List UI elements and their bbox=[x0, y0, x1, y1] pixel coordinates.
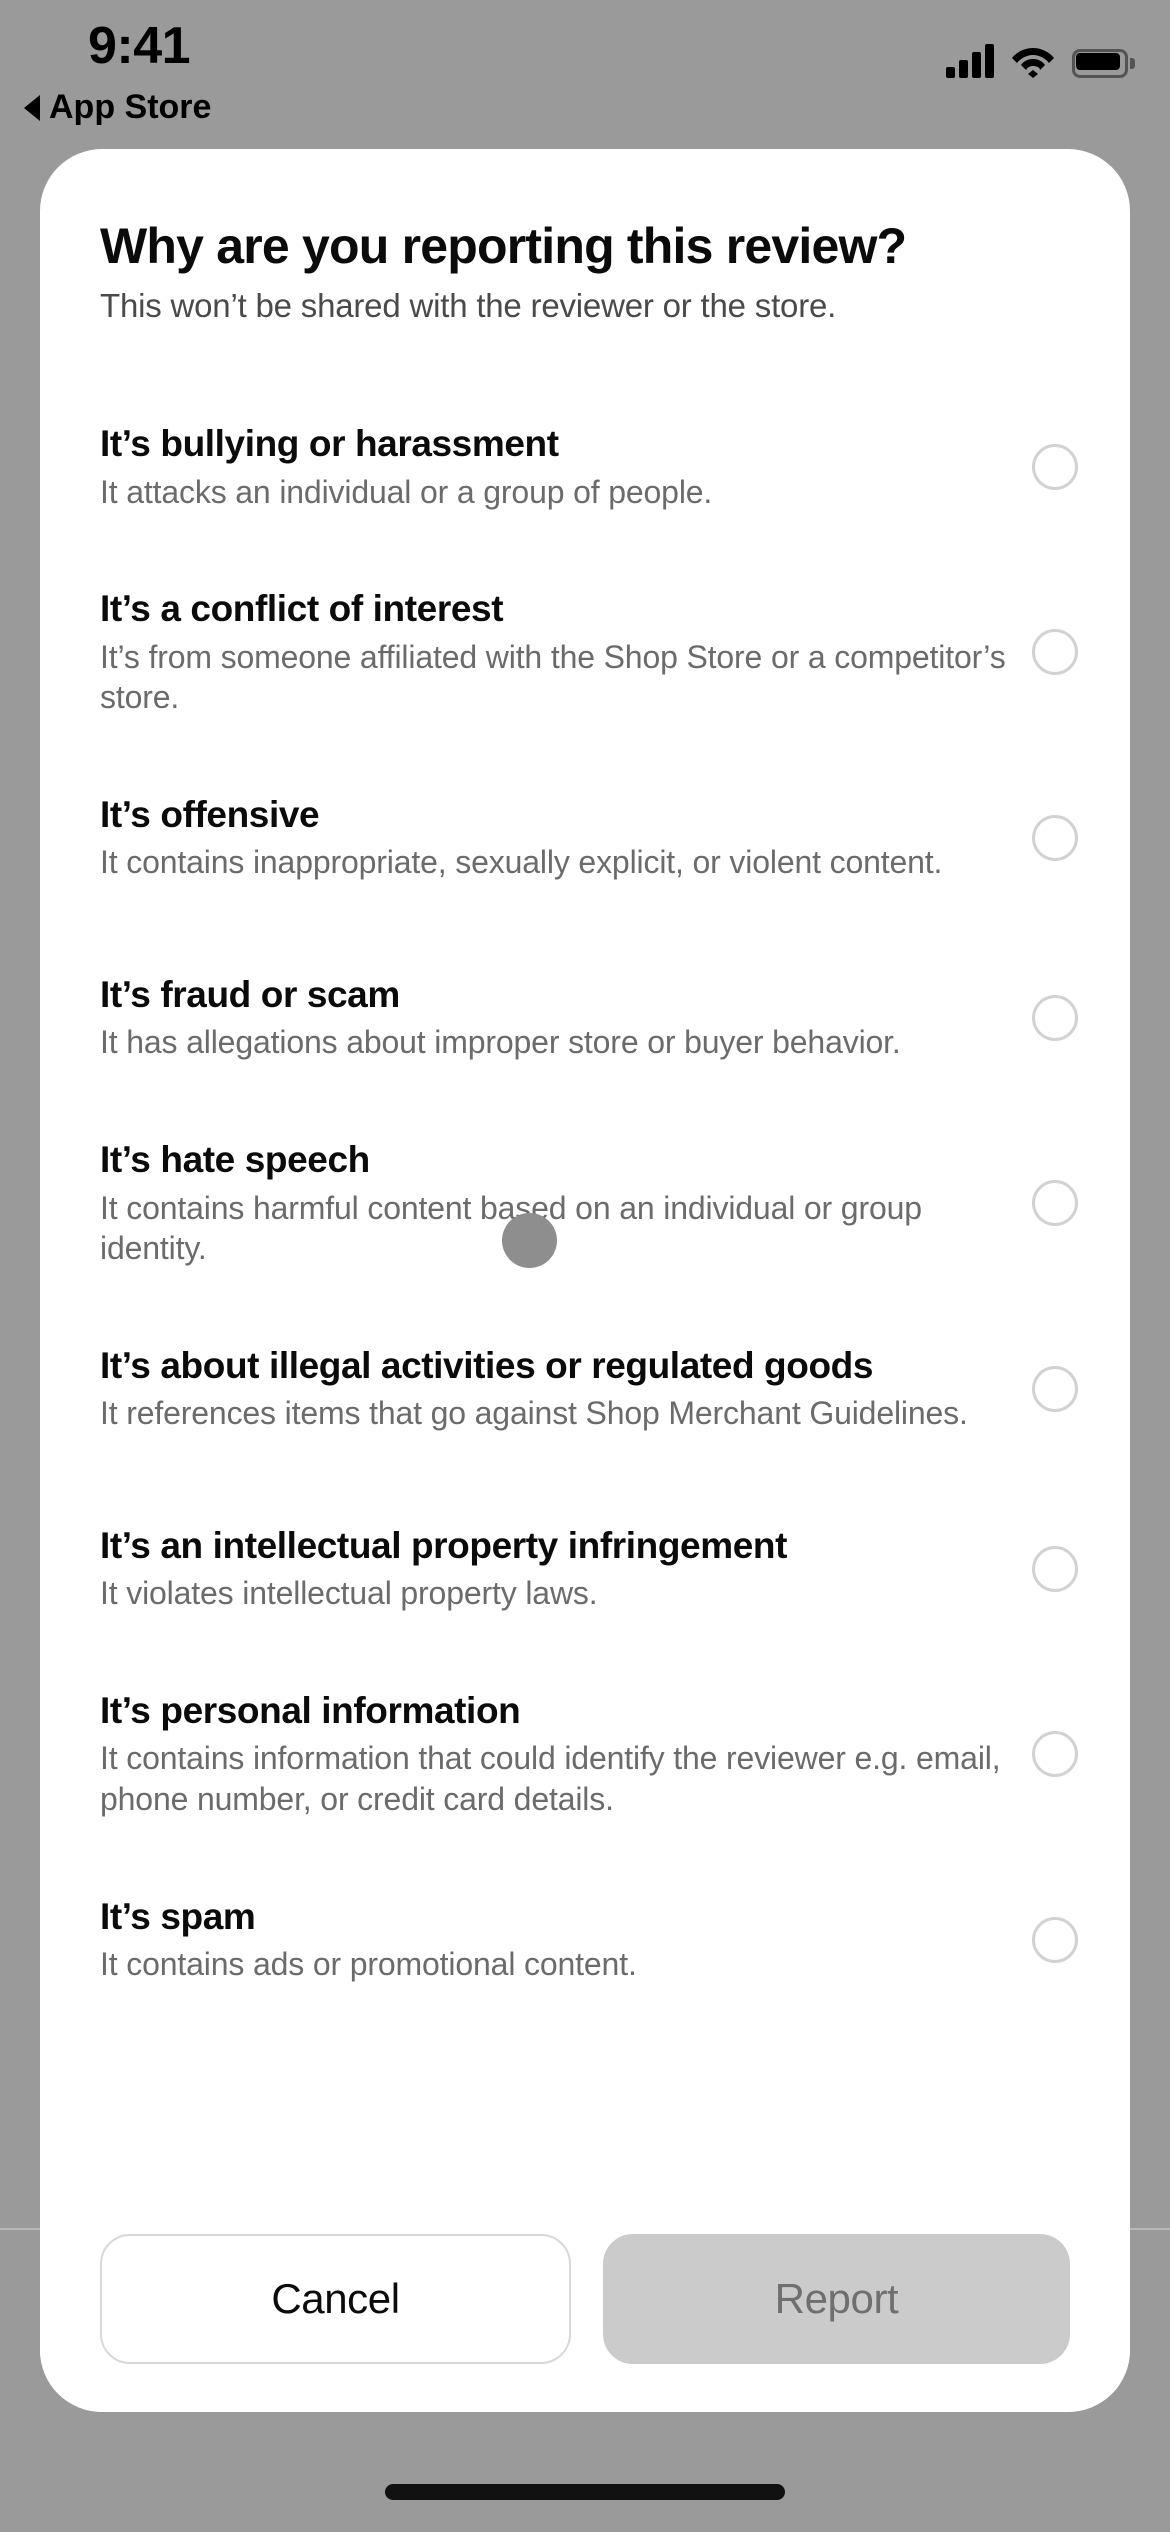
home-indicator[interactable] bbox=[385, 2484, 785, 2500]
report-button[interactable]: Report bbox=[603, 2234, 1070, 2364]
status-bar-time: 9:41 bbox=[88, 17, 191, 75]
option-radio-button[interactable] bbox=[1032, 1545, 1078, 1592]
cancel-button-label: Cancel bbox=[271, 2275, 400, 2322]
option-text-block: It’s spam It contains ads or promotional … bbox=[100, 1895, 1032, 1985]
option-text-block: It’s fraud or scam It has allegations abo… bbox=[100, 973, 1032, 1063]
report-reason-option[interactable]: It’s bullying or harassment It attacks an… bbox=[40, 407, 1130, 527]
report-reason-option[interactable]: It’s fraud or scam It has allegations abo… bbox=[40, 958, 1130, 1078]
option-description: It contains inappropriate, sexually expl… bbox=[100, 844, 943, 881]
option-text-block: It’s offensive It contains inappropriate,… bbox=[100, 793, 1032, 883]
option-text-block: It’s hate speech It contains harmful cont… bbox=[100, 1138, 1032, 1269]
cancel-button[interactable]: Cancel bbox=[100, 2234, 571, 2364]
report-button-label: Report bbox=[774, 2275, 899, 2322]
report-reason-option[interactable]: It’s about illegal activities or regulat… bbox=[40, 1329, 1130, 1449]
option-title: It’s about illegal activities or regulat… bbox=[100, 1344, 874, 1386]
option-description: It attacks an individual or a group of p… bbox=[100, 473, 713, 510]
option-text-block: It’s bullying or harassment It attacks an… bbox=[100, 422, 1032, 512]
option-radio-button[interactable] bbox=[1032, 994, 1078, 1041]
report-reason-option[interactable]: It’s offensive It contains inappropriate,… bbox=[40, 778, 1130, 898]
option-description: It contains ads or promotional content. bbox=[100, 1946, 637, 1983]
option-title: It’s fraud or scam bbox=[100, 973, 400, 1015]
status-bar: 9:41 App Store bbox=[0, 0, 1170, 150]
report-reason-option[interactable]: It’s an intellectual property infringeme… bbox=[40, 1509, 1130, 1629]
option-text-block: It’s an intellectual property infringeme… bbox=[100, 1524, 1032, 1614]
option-description: It’s from someone affiliated with the Sh… bbox=[100, 638, 1006, 716]
option-radio-button[interactable] bbox=[1032, 814, 1078, 861]
option-title: It’s a conflict of interest bbox=[100, 588, 504, 629]
option-text-block: It’s personal information It contains inf… bbox=[100, 1689, 1032, 1820]
phone-screen: 9:41 App Store Why are you reporting thi… bbox=[0, 0, 1170, 2532]
option-spacer bbox=[40, 1629, 1130, 1689]
report-reason-option[interactable]: It’s a conflict of interest It’s from som… bbox=[40, 587, 1130, 718]
option-radio-button[interactable] bbox=[1032, 1365, 1078, 1412]
back-arrow-icon bbox=[24, 94, 40, 121]
back-to-app-store-link[interactable]: App Store bbox=[24, 88, 211, 127]
report-reason-option[interactable]: It’s personal information It contains inf… bbox=[40, 1689, 1130, 1820]
option-title: It’s offensive bbox=[100, 793, 320, 835]
page-subtitle: This won’t be shared with the reviewer o… bbox=[100, 287, 837, 324]
option-spacer bbox=[40, 1269, 1130, 1329]
option-radio-button[interactable] bbox=[1032, 1731, 1078, 1778]
option-radio-button[interactable] bbox=[1032, 1916, 1078, 1963]
option-title: It’s hate speech bbox=[100, 1138, 370, 1180]
option-radio-button[interactable] bbox=[1032, 1180, 1078, 1227]
sheet-footer: Cancel Report bbox=[40, 2216, 1130, 2412]
option-text-block: It’s about illegal activities or regulat… bbox=[100, 1344, 1032, 1434]
cellular-signal-icon bbox=[946, 44, 994, 78]
wifi-icon bbox=[1011, 44, 1055, 78]
option-description: It has allegations about improper store … bbox=[100, 1024, 901, 1061]
option-spacer bbox=[40, 1820, 1130, 1880]
option-spacer bbox=[40, 718, 1130, 778]
option-title: It’s personal information bbox=[100, 1689, 521, 1731]
option-title: It’s spam bbox=[100, 1895, 256, 1937]
option-description: It contains information that could ident… bbox=[100, 1740, 1001, 1818]
status-bar-indicators bbox=[946, 44, 1135, 78]
report-reason-option[interactable]: It’s hate speech It contains harmful cont… bbox=[40, 1138, 1130, 1269]
touch-indicator bbox=[502, 1213, 557, 1268]
option-title: It’s an intellectual property infringeme… bbox=[100, 1524, 787, 1566]
option-description: It references items that go against Shop… bbox=[100, 1395, 968, 1432]
option-radio-button[interactable] bbox=[1032, 444, 1078, 490]
option-spacer bbox=[40, 1078, 1130, 1138]
page-title: Why are you reporting this review? bbox=[100, 218, 907, 274]
report-review-sheet: Why are you reporting this review? This … bbox=[40, 149, 1130, 2412]
back-link-label: App Store bbox=[49, 88, 212, 126]
report-reason-option[interactable]: It’s spam It contains ads or promotional … bbox=[40, 1880, 1130, 2000]
option-description: It violates intellectual property laws. bbox=[100, 1575, 598, 1612]
option-spacer bbox=[40, 1449, 1130, 1509]
report-reason-list[interactable]: It’s bullying or harassment It attacks an… bbox=[40, 407, 1130, 2412]
option-title: It’s bullying or harassment bbox=[100, 422, 559, 464]
sheet-header: Why are you reporting this review? This … bbox=[40, 149, 1130, 325]
option-spacer bbox=[40, 898, 1130, 958]
battery-full-icon bbox=[1072, 49, 1135, 78]
option-text-block: It’s a conflict of interest It’s from som… bbox=[100, 587, 1032, 718]
option-spacer bbox=[40, 527, 1130, 587]
option-radio-button[interactable] bbox=[1032, 629, 1078, 676]
